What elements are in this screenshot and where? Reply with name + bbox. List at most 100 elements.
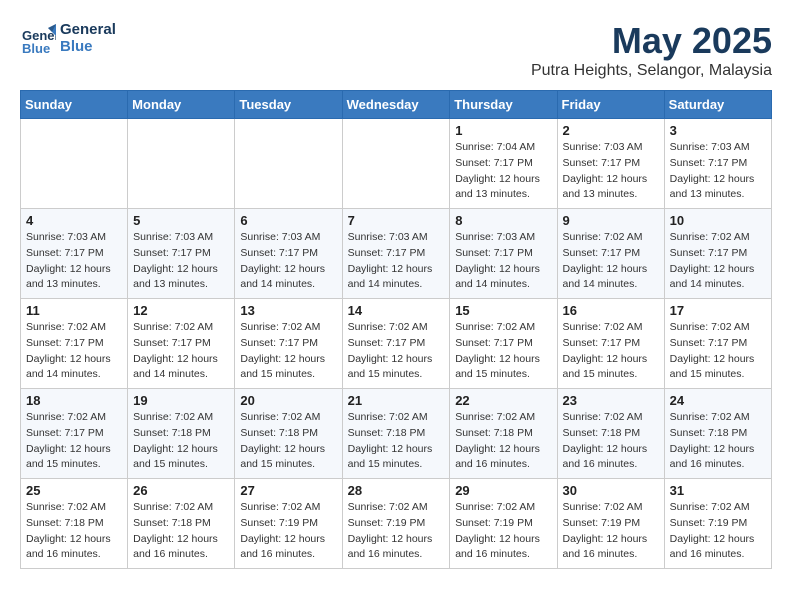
calendar-cell: 23 Sunrise: 7:02 AM Sunset: 7:18 PM Dayli… <box>557 389 664 479</box>
week-row-1: 1 Sunrise: 7:04 AM Sunset: 7:17 PM Daylig… <box>21 119 772 209</box>
day-info: Sunrise: 7:02 AM Sunset: 7:17 PM Dayligh… <box>26 410 122 473</box>
day-number: 19 <box>133 393 229 408</box>
calendar-cell: 26Sunrise: 7:02 AM Sunset: 7:18 PM Dayli… <box>128 479 235 569</box>
day-info: Sunrise: 7:03 AM Sunset: 7:17 PM Dayligh… <box>348 230 445 293</box>
day-number: 14 <box>348 303 445 318</box>
calendar-cell: 6 Sunrise: 7:03 AM Sunset: 7:17 PM Daylig… <box>235 209 342 299</box>
calendar-title: May 2025 <box>531 20 772 62</box>
calendar-cell: 3 Sunrise: 7:03 AM Sunset: 7:17 PM Daylig… <box>664 119 771 209</box>
day-number: 4 <box>26 213 122 228</box>
day-info: Sunrise: 7:02 AM Sunset: 7:17 PM Dayligh… <box>133 320 229 383</box>
day-number: 25 <box>26 483 122 498</box>
day-number: 13 <box>240 303 336 318</box>
day-info: Sunrise: 7:02 AM Sunset: 7:18 PM Dayligh… <box>348 410 445 473</box>
weekday-header-saturday: Saturday <box>664 91 771 119</box>
day-info: Sunrise: 7:03 AM Sunset: 7:17 PM Dayligh… <box>670 140 766 203</box>
week-row-3: 11 Sunrise: 7:02 AM Sunset: 7:17 PM Dayli… <box>21 299 772 389</box>
day-number: 3 <box>670 123 766 138</box>
day-info: Sunrise: 7:02 AM Sunset: 7:17 PM Dayligh… <box>26 320 122 383</box>
calendar-cell: 8Sunrise: 7:03 AM Sunset: 7:17 PM Daylig… <box>450 209 557 299</box>
calendar-cell: 21 Sunrise: 7:02 AM Sunset: 7:18 PM Dayli… <box>342 389 450 479</box>
day-number: 6 <box>240 213 336 228</box>
calendar-cell <box>342 119 450 209</box>
day-number: 31 <box>670 483 766 498</box>
day-info: Sunrise: 7:02 AM Sunset: 7:17 PM Dayligh… <box>240 320 336 383</box>
day-info: Sunrise: 7:02 AM Sunset: 7:17 PM Dayligh… <box>563 320 659 383</box>
day-number: 2 <box>563 123 659 138</box>
calendar-cell: 5 Sunrise: 7:03 AM Sunset: 7:17 PM Daylig… <box>128 209 235 299</box>
day-info: Sunrise: 7:02 AM Sunset: 7:18 PM Dayligh… <box>26 500 122 563</box>
calendar-cell: 14 Sunrise: 7:02 AM Sunset: 7:17 PM Dayli… <box>342 299 450 389</box>
day-info: Sunrise: 7:02 AM Sunset: 7:17 PM Dayligh… <box>670 320 766 383</box>
day-number: 22 <box>455 393 551 408</box>
logo-line2: Blue <box>60 38 116 55</box>
day-number: 26 <box>133 483 229 498</box>
calendar-cell: 18 Sunrise: 7:02 AM Sunset: 7:17 PM Dayli… <box>21 389 128 479</box>
calendar-cell: 10 Sunrise: 7:02 AM Sunset: 7:17 PM Dayli… <box>664 209 771 299</box>
day-number: 15 <box>455 303 551 318</box>
day-info: Sunrise: 7:03 AM Sunset: 7:17 PM Dayligh… <box>133 230 229 293</box>
day-info: Sunrise: 7:03 AM Sunset: 7:17 PM Dayligh… <box>563 140 659 203</box>
day-number: 7 <box>348 213 445 228</box>
day-number: 10 <box>670 213 766 228</box>
calendar-cell: 27 Sunrise: 7:02 AM Sunset: 7:19 PM Dayli… <box>235 479 342 569</box>
day-info: Sunrise: 7:04 AM Sunset: 7:17 PM Dayligh… <box>455 140 551 203</box>
calendar-cell: 16Sunrise: 7:02 AM Sunset: 7:17 PM Dayli… <box>557 299 664 389</box>
calendar-cell: 24Sunrise: 7:02 AM Sunset: 7:18 PM Dayli… <box>664 389 771 479</box>
day-number: 18 <box>26 393 122 408</box>
day-info: Sunrise: 7:02 AM Sunset: 7:17 PM Dayligh… <box>670 230 766 293</box>
week-row-4: 18 Sunrise: 7:02 AM Sunset: 7:17 PM Dayli… <box>21 389 772 479</box>
day-number: 21 <box>348 393 445 408</box>
day-number: 12 <box>133 303 229 318</box>
day-number: 23 <box>563 393 659 408</box>
calendar-table: SundayMondayTuesdayWednesdayThursdayFrid… <box>20 90 772 569</box>
svg-text:Blue: Blue <box>22 41 50 56</box>
calendar-cell: 1 Sunrise: 7:04 AM Sunset: 7:17 PM Daylig… <box>450 119 557 209</box>
calendar-cell: 31Sunrise: 7:02 AM Sunset: 7:19 PM Dayli… <box>664 479 771 569</box>
day-info: Sunrise: 7:03 AM Sunset: 7:17 PM Dayligh… <box>240 230 336 293</box>
calendar-cell: 2 Sunrise: 7:03 AM Sunset: 7:17 PM Daylig… <box>557 119 664 209</box>
week-row-2: 4 Sunrise: 7:03 AM Sunset: 7:17 PM Daylig… <box>21 209 772 299</box>
weekday-header-row: SundayMondayTuesdayWednesdayThursdayFrid… <box>21 91 772 119</box>
calendar-cell: 19Sunrise: 7:02 AM Sunset: 7:18 PM Dayli… <box>128 389 235 479</box>
day-info: Sunrise: 7:02 AM Sunset: 7:19 PM Dayligh… <box>348 500 445 563</box>
weekday-header-friday: Friday <box>557 91 664 119</box>
weekday-header-wednesday: Wednesday <box>342 91 450 119</box>
logo-line1: General <box>60 21 116 38</box>
day-info: Sunrise: 7:03 AM Sunset: 7:17 PM Dayligh… <box>26 230 122 293</box>
day-info: Sunrise: 7:02 AM Sunset: 7:18 PM Dayligh… <box>455 410 551 473</box>
day-info: Sunrise: 7:02 AM Sunset: 7:17 PM Dayligh… <box>348 320 445 383</box>
day-number: 17 <box>670 303 766 318</box>
calendar-cell: 25 Sunrise: 7:02 AM Sunset: 7:18 PM Dayli… <box>21 479 128 569</box>
day-number: 11 <box>26 303 122 318</box>
day-info: Sunrise: 7:03 AM Sunset: 7:17 PM Dayligh… <box>455 230 551 293</box>
day-number: 20 <box>240 393 336 408</box>
day-number: 30 <box>563 483 659 498</box>
calendar-cell <box>235 119 342 209</box>
week-row-5: 25 Sunrise: 7:02 AM Sunset: 7:18 PM Dayli… <box>21 479 772 569</box>
title-area: May 2025 Putra Heights, Selangor, Malays… <box>531 20 772 80</box>
weekday-header-tuesday: Tuesday <box>235 91 342 119</box>
day-number: 24 <box>670 393 766 408</box>
calendar-cell: 30 Sunrise: 7:02 AM Sunset: 7:19 PM Dayli… <box>557 479 664 569</box>
day-info: Sunrise: 7:02 AM Sunset: 7:19 PM Dayligh… <box>563 500 659 563</box>
calendar-cell <box>128 119 235 209</box>
calendar-cell: 22 Sunrise: 7:02 AM Sunset: 7:18 PM Dayli… <box>450 389 557 479</box>
header: General Blue General Blue May 2025 Putra… <box>20 20 772 80</box>
day-info: Sunrise: 7:02 AM Sunset: 7:19 PM Dayligh… <box>240 500 336 563</box>
day-number: 9 <box>563 213 659 228</box>
logo-icon: General Blue <box>20 20 56 56</box>
calendar-cell: 11 Sunrise: 7:02 AM Sunset: 7:17 PM Dayli… <box>21 299 128 389</box>
day-number: 27 <box>240 483 336 498</box>
calendar-cell: 7 Sunrise: 7:03 AM Sunset: 7:17 PM Daylig… <box>342 209 450 299</box>
day-info: Sunrise: 7:02 AM Sunset: 7:18 PM Dayligh… <box>563 410 659 473</box>
calendar-cell: 28Sunrise: 7:02 AM Sunset: 7:19 PM Dayli… <box>342 479 450 569</box>
day-number: 1 <box>455 123 551 138</box>
calendar-cell: 4 Sunrise: 7:03 AM Sunset: 7:17 PM Daylig… <box>21 209 128 299</box>
calendar-cell: 29Sunrise: 7:02 AM Sunset: 7:19 PM Dayli… <box>450 479 557 569</box>
day-number: 5 <box>133 213 229 228</box>
calendar-cell: 17 Sunrise: 7:02 AM Sunset: 7:17 PM Dayli… <box>664 299 771 389</box>
day-info: Sunrise: 7:02 AM Sunset: 7:18 PM Dayligh… <box>240 410 336 473</box>
weekday-header-thursday: Thursday <box>450 91 557 119</box>
calendar-cell: 20 Sunrise: 7:02 AM Sunset: 7:18 PM Dayli… <box>235 389 342 479</box>
